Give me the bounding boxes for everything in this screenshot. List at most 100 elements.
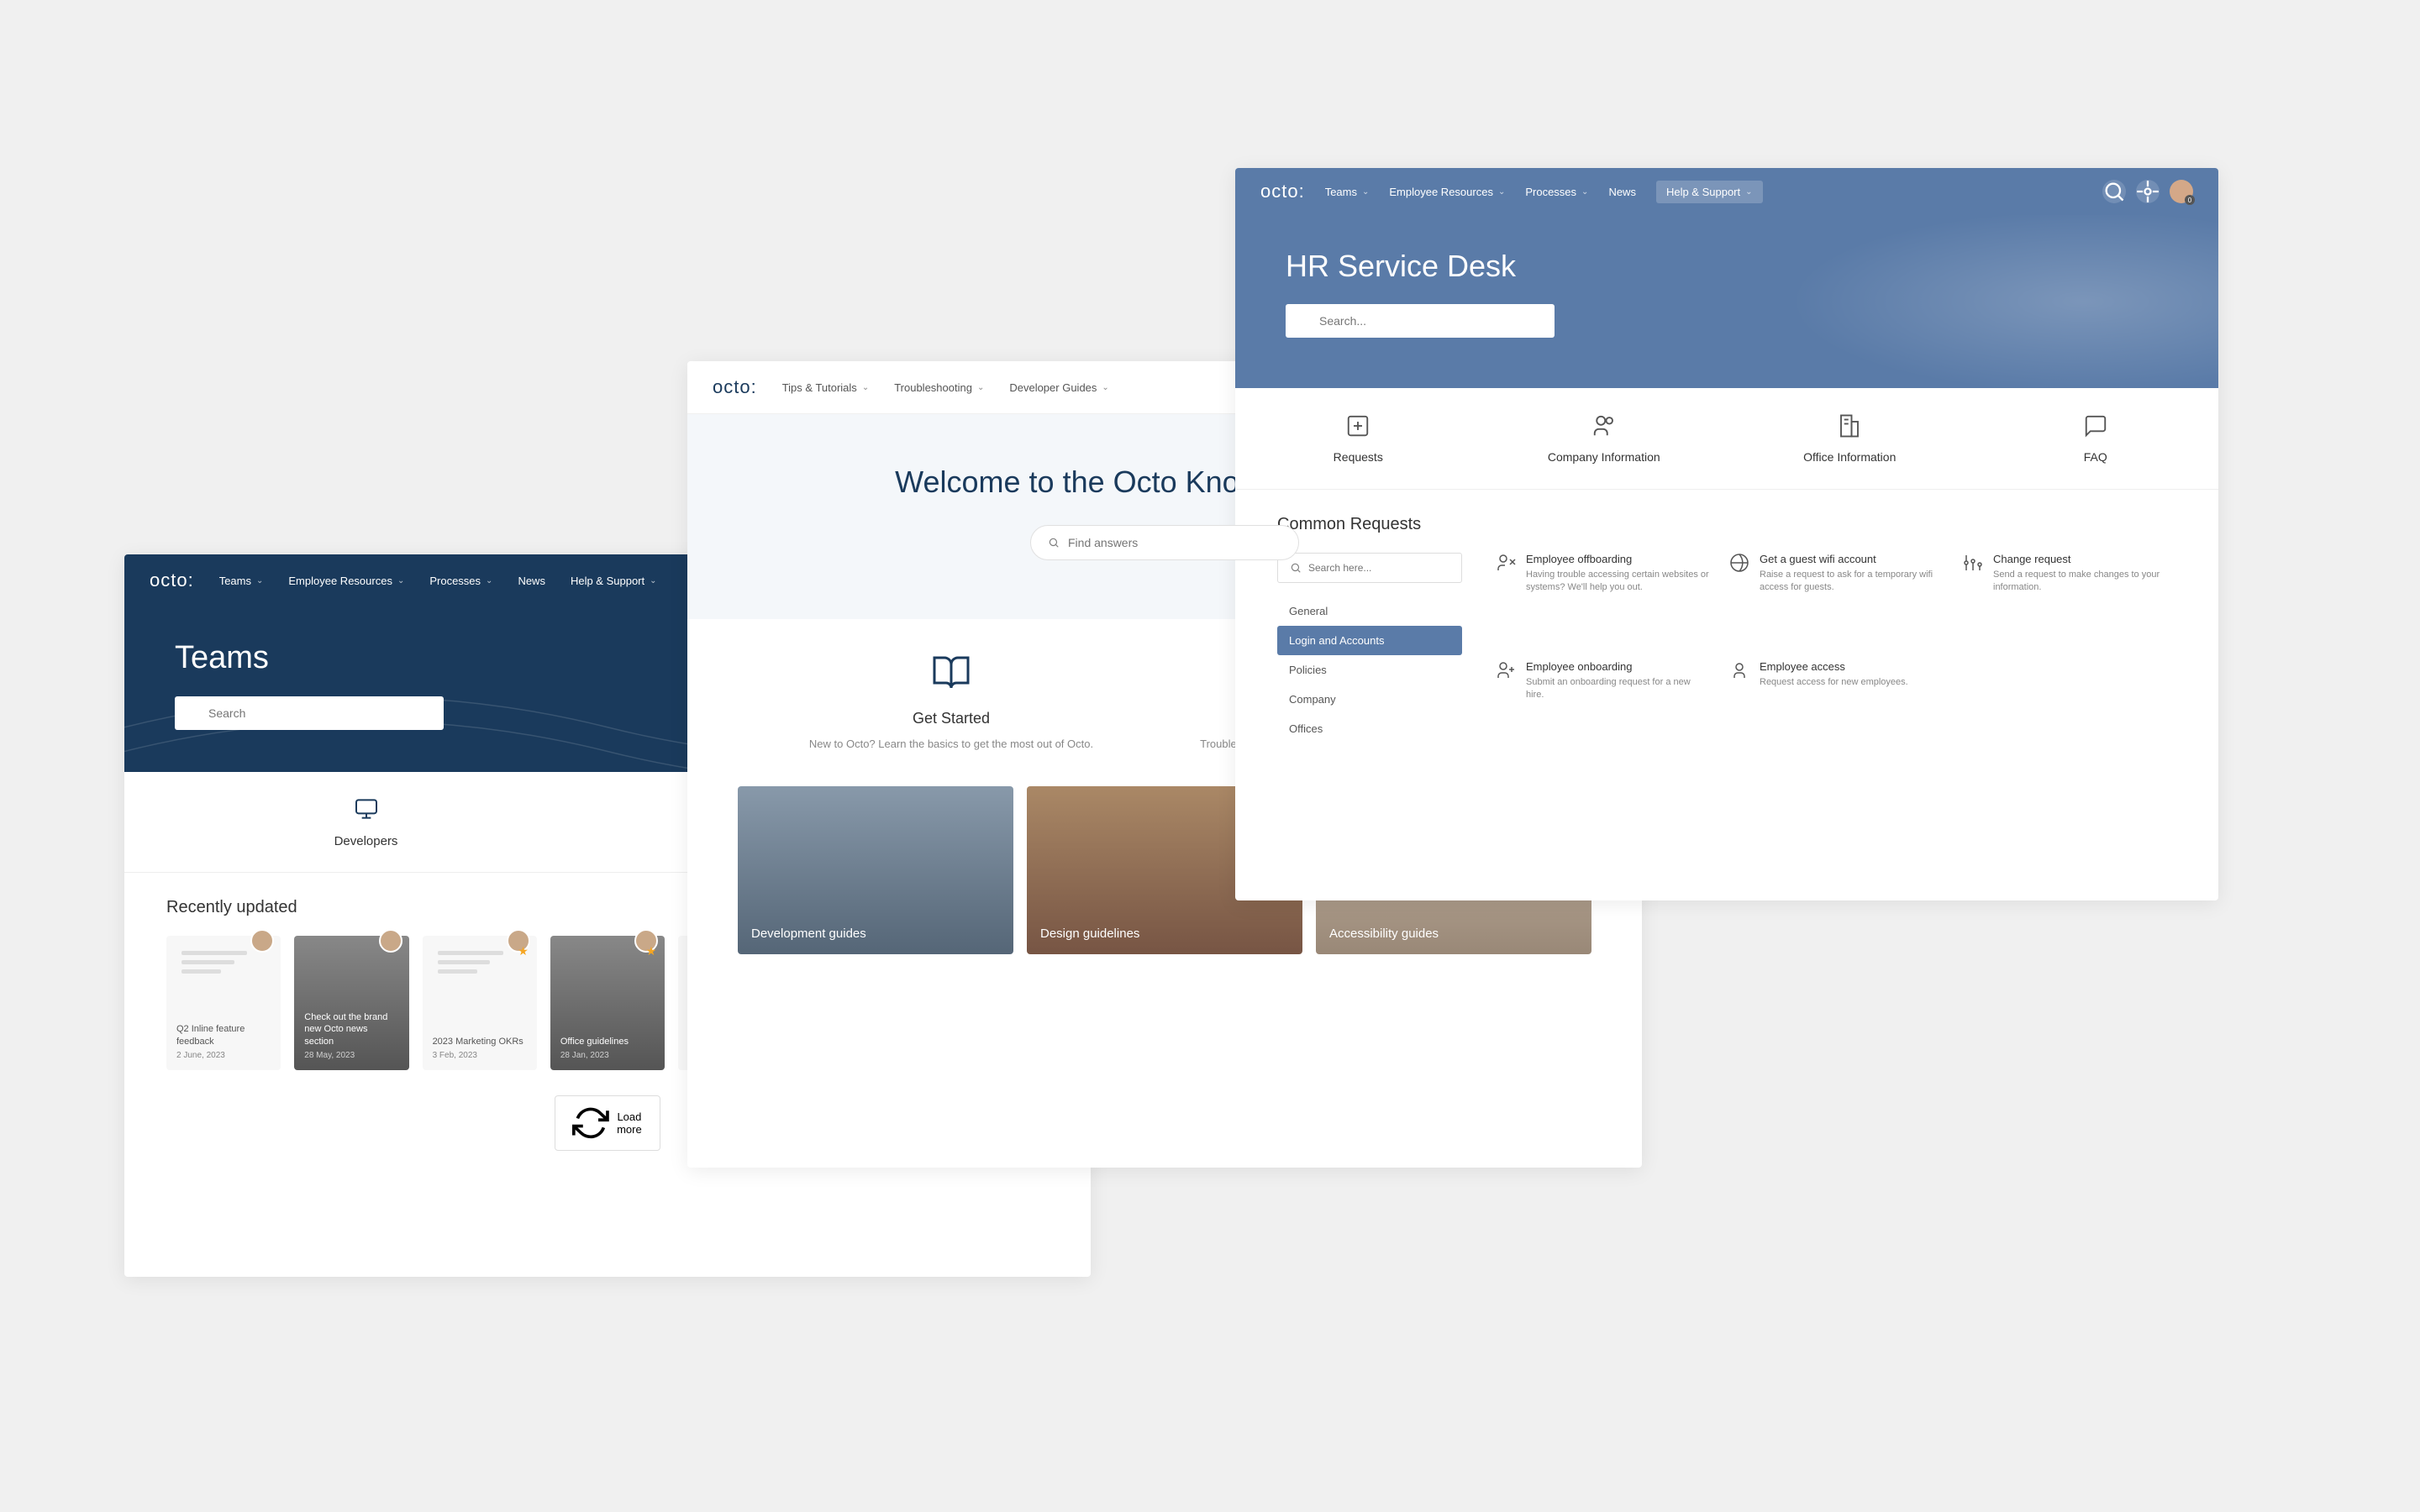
quick-label: FAQ — [1973, 450, 2219, 464]
search-icon — [1299, 315, 1311, 327]
logo[interactable]: octo: — [713, 376, 757, 398]
content-card[interactable]: ★ 2023 Marketing OKRs 3 Feb, 2023 — [423, 936, 537, 1070]
nav-developer-guides[interactable]: Developer Guides⌄ — [1009, 381, 1108, 394]
category-item[interactable]: General — [1277, 596, 1462, 626]
doc-icon — [438, 951, 503, 979]
request-icon — [1496, 553, 1516, 573]
search-icon — [2102, 180, 2126, 203]
content-card[interactable]: Q2 Inline feature feedback 2 June, 2023 — [166, 936, 281, 1070]
tab-label: Developers — [124, 834, 608, 848]
request-desc: Send a request to make changes to your i… — [1993, 569, 2176, 595]
request-title: Employee offboarding — [1526, 553, 1709, 565]
quick-link-office[interactable]: Office Information — [1727, 388, 1973, 489]
nav-help-support[interactable]: Help & Support⌄ — [1656, 181, 1763, 203]
category-item[interactable]: Offices — [1277, 714, 1462, 743]
load-more-button[interactable]: Load more — [555, 1095, 660, 1151]
request-desc: Raise a request to ask for a temporary w… — [1760, 569, 1943, 595]
sidebar-search — [1277, 553, 1462, 583]
people-icon — [1591, 413, 1617, 438]
gear-icon — [2136, 180, 2160, 203]
card-date: 2 June, 2023 — [176, 1051, 271, 1060]
book-icon — [931, 653, 971, 693]
feature-get-started[interactable]: Get Started New to Octo? Learn the basic… — [738, 653, 1165, 753]
nav-news[interactable]: News — [518, 575, 545, 587]
category-list: GeneralLogin and AccountsPoliciesCompany… — [1277, 596, 1462, 743]
search-icon — [1290, 562, 1302, 574]
logo[interactable]: octo: — [1260, 181, 1305, 202]
card-title: Check out the brand new Octo news sectio… — [304, 1011, 398, 1047]
notification-badge: 0 — [2185, 195, 2195, 205]
category-item[interactable]: Login and Accounts — [1277, 626, 1462, 655]
search-input[interactable] — [1319, 314, 1541, 328]
page-title: HR Service Desk — [1286, 249, 2168, 284]
settings-button[interactable] — [2136, 180, 2160, 203]
quick-link-requests[interactable]: Requests — [1235, 388, 1481, 489]
card-date: 28 May, 2023 — [304, 1051, 398, 1060]
request-icon — [1963, 553, 1983, 573]
search-icon — [1048, 537, 1060, 549]
author-avatar — [250, 929, 274, 953]
quick-links: Requests Company Information Office Info… — [1235, 388, 2218, 490]
search-icon — [188, 707, 200, 719]
content-card[interactable]: Check out the brand new Octo news sectio… — [294, 936, 408, 1070]
card-title: Office guidelines — [560, 1036, 655, 1047]
logo[interactable]: octo: — [150, 570, 194, 591]
nav-teams[interactable]: Teams⌄ — [219, 575, 264, 587]
search-container — [1030, 525, 1299, 560]
hero: HR Service Desk — [1235, 215, 2218, 388]
nav-header: octo: Teams⌄ Employee Resources⌄ Process… — [1235, 168, 2218, 215]
star-icon: ★ — [646, 944, 657, 958]
avatar-button[interactable]: 0 — [2170, 180, 2193, 203]
quick-link-faq[interactable]: FAQ — [1973, 388, 2219, 489]
quick-link-company[interactable]: Company Information — [1481, 388, 1728, 489]
nav-teams[interactable]: Teams⌄ — [1325, 186, 1370, 198]
nav-help-support[interactable]: Help & Support⌄ — [571, 575, 657, 587]
hr-service-desk-panel: octo: Teams⌄ Employee Resources⌄ Process… — [1235, 168, 2218, 900]
requests-grid: Employee offboarding Having trouble acces… — [1496, 553, 2176, 743]
monitor-icon — [353, 795, 380, 822]
nav-news[interactable]: News — [1608, 186, 1636, 198]
category-item[interactable]: Policies — [1277, 655, 1462, 685]
search-container — [1286, 304, 1555, 338]
card-title: Q2 Inline feature feedback — [176, 1023, 271, 1047]
request-icon — [1729, 553, 1749, 573]
nav-processes[interactable]: Processes⌄ — [1525, 186, 1588, 198]
card-date: 28 Jan, 2023 — [560, 1051, 655, 1060]
guide-development[interactable]: Development guides — [738, 786, 1013, 954]
sidebar-search-input[interactable] — [1308, 562, 1449, 574]
request-item[interactable]: Get a guest wifi account Raise a request … — [1729, 553, 1943, 637]
request-item[interactable]: Employee accessRequest access for new em… — [1729, 660, 1943, 744]
card-date: 3 Feb, 2023 — [433, 1051, 527, 1060]
nav-troubleshooting[interactable]: Troubleshooting⌄ — [894, 381, 984, 394]
request-desc: Having trouble accessing certain website… — [1526, 569, 1709, 595]
plus-square-icon — [1345, 413, 1370, 438]
request-title: Get a guest wifi account — [1760, 553, 1943, 565]
request-item[interactable]: Employee offboarding Having trouble acces… — [1496, 553, 1709, 637]
content-card[interactable]: ★ Office guidelines 28 Jan, 2023 — [550, 936, 665, 1070]
search-button[interactable] — [2102, 180, 2126, 203]
search-input[interactable] — [1068, 536, 1281, 549]
card-title: 2023 Marketing OKRs — [433, 1036, 527, 1047]
nav-employee-resources[interactable]: Employee Resources⌄ — [1389, 186, 1505, 198]
search-input[interactable] — [208, 706, 430, 720]
building-icon — [1837, 413, 1862, 438]
feature-desc: New to Octo? Learn the basics to get the… — [763, 736, 1139, 753]
request-icon — [1729, 660, 1749, 680]
message-icon — [2083, 413, 2108, 438]
sidebar: GeneralLogin and AccountsPoliciesCompany… — [1277, 553, 1462, 743]
quick-label: Company Information — [1481, 450, 1728, 464]
nav-tips-tutorials[interactable]: Tips & Tutorials⌄ — [782, 381, 870, 394]
star-icon: ★ — [518, 944, 529, 958]
nav-processes[interactable]: Processes⌄ — [429, 575, 492, 587]
quick-label: Requests — [1235, 450, 1481, 464]
request-item[interactable]: Change requestSend a request to make cha… — [1963, 553, 2176, 637]
category-item[interactable]: Company — [1277, 685, 1462, 714]
nav-employee-resources[interactable]: Employee Resources⌄ — [288, 575, 404, 587]
author-avatar — [379, 929, 402, 953]
tab-developers[interactable]: Developers — [124, 772, 608, 872]
request-desc: Request access for new employees. — [1760, 676, 1908, 689]
request-item[interactable]: Employee onboardingSubmit an onboarding … — [1496, 660, 1709, 744]
doc-icon — [182, 951, 247, 979]
quick-label: Office Information — [1727, 450, 1973, 464]
search-container — [175, 696, 444, 730]
